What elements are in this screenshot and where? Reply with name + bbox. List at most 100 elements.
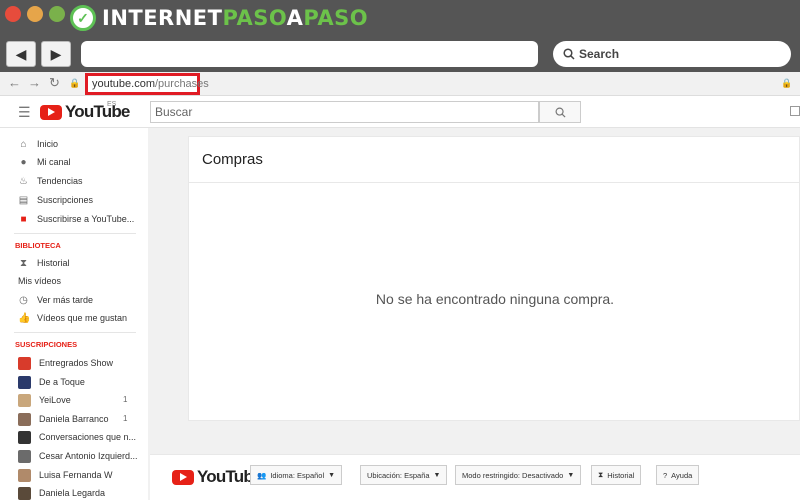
empty-state-message: No se ha encontrado ninguna compra. [375,291,615,307]
reload-icon[interactable]: ↻ [49,75,60,91]
subscription-channel-item[interactable]: De a Toque [18,375,85,389]
minimize-window-button[interactable] [27,6,43,22]
channel-name: Entregrados Show [39,358,114,368]
youtube-search-button[interactable] [539,101,581,123]
youtube-header: ☰ YouTube ES Buscar [0,96,800,128]
search-placeholder: Buscar [155,105,193,119]
hourglass-icon: ⧗ [19,257,28,269]
sidebar-item-suscribirse-youtube[interactable]: ■ Suscribirse a YouTube... [18,212,134,226]
sidebar-item-label: Ver más tarde [37,295,94,305]
help-icon: ? [663,470,668,480]
footer: YouTube 👥 Idioma: Español ▼ Ubicación: Esp… [150,454,800,500]
youtube-play-icon [172,469,194,485]
sidebar-item-mis-videos[interactable]: Mis vídeos [18,274,61,288]
subscription-channel-item[interactable]: Luisa Fernanda W [18,468,113,482]
channel-avatar [18,486,31,500]
subscription-channel-item[interactable]: Cesar Antonio Izquierd... [18,449,138,463]
help-label: Ayuda [671,470,693,480]
toolbar-search-label: Search [579,47,620,61]
sidebar-item-mi-canal[interactable]: ● Mi canal [18,155,71,169]
help-button[interactable]: ? Ayuda [656,465,700,485]
channel-new-count: 1 [123,414,128,423]
card-divider [189,182,800,183]
subscription-channel-item[interactable]: Entregrados Show [18,356,113,370]
search-icon [555,107,566,118]
language-icon: 👥 [257,470,267,480]
sidebar-item-label: Inicio [37,139,59,149]
browser-forward-icon[interactable]: → [28,75,41,90]
channel-name: Conversaciones que n... [39,432,137,442]
sidebar-item-label: Mi canal [37,157,71,167]
site-brand-logo: ✓ INTERNETPASOAPASO [70,4,368,32]
sidebar-item-label: Mis vídeos [18,276,62,286]
channel-avatar [18,430,31,444]
sidebar-divider [14,332,136,333]
channel-name: De a Toque [39,377,85,387]
subscription-channel-item[interactable]: Conversaciones que n... [18,430,136,444]
maximize-window-button[interactable] [49,6,65,22]
history-label: Historial [607,470,635,480]
channel-name: Daniela Barranco [39,414,109,424]
channel-name: Daniela Legarda [39,488,106,498]
channel-avatar [18,375,31,389]
back-button[interactable]: ◀ [6,41,36,67]
history-button[interactable]: ⧗ Historial [591,465,642,485]
url-input[interactable]: youtube.com/purchases [85,73,209,95]
restricted-mode-button[interactable]: Modo restringido: Desactivado ▼ [455,465,582,485]
youtube-page: ☰ YouTube ES Buscar ⌂ Inicio ● Mi canal ♨ T… [0,96,800,500]
window-titlebar: ✓ INTERNETPASOAPASO [0,0,800,34]
clock-icon: ◷ [19,294,28,306]
channel-name: Luisa Fernanda W [39,470,113,480]
sidebar-item-historial[interactable]: ⧗ Historial [18,256,70,270]
subscription-channel-item[interactable]: Daniela Barranco [18,412,109,426]
restricted-mode-label: Modo restringido: Desactivado [462,470,564,480]
language-button[interactable]: 👥 Idioma: Español ▼ [250,465,343,485]
brand-text-part1: INTERNET [102,6,223,30]
browser-back-icon[interactable]: ← [8,75,21,90]
channel-avatar [18,393,31,407]
purchases-card: Compras No se ha encontrado ninguna comp… [188,136,800,421]
sidebar-item-suscripciones[interactable]: ▤ Suscripciones [18,193,93,207]
chevron-down-icon: ▼ [433,471,441,479]
youtube-logo-text: YouTube [65,102,130,121]
channel-avatar [18,412,31,426]
address-field[interactable] [81,41,538,67]
brand-icon: ✓ [70,5,96,31]
sidebar-item-ver-mas-tarde[interactable]: ◷ Ver más tarde [18,293,93,307]
sidebar-item-label: Vídeos que me gustan [37,313,128,323]
subscription-channel-item[interactable]: Daniela Legarda [18,486,105,500]
subscription-channel-item[interactable]: YeiLove [18,393,71,407]
subscriptions-section-title: SUSCRIPCIONES [15,340,78,349]
youtube-red-icon: ■ [20,213,27,225]
sidebar-item-videos-me-gustan[interactable]: 👍 Vídeos que me gustan [18,311,127,325]
sidebar-divider [14,233,136,234]
close-window-button[interactable] [5,6,21,22]
library-section-title: BIBLIOTECA [15,241,61,250]
upload-icon[interactable] [790,106,800,116]
browser-url-bar: ← → ↻ 🔒 youtube.com/purchases 🔒 [0,72,800,96]
sidebar-item-label: Suscribirse a YouTube... [37,214,135,224]
flame-icon: ♨ [19,175,28,187]
sidebar-item-label: Suscripciones [37,195,94,205]
chevron-down-icon: ▼ [328,471,336,479]
channel-new-count: 1 [123,395,128,404]
sidebar-item-label: Tendencias [37,176,83,186]
footer-youtube-logo[interactable]: YouTube [172,467,262,487]
page-title: Compras [202,151,263,168]
channel-name: YeiLove [39,395,71,405]
sidebar-item-inicio[interactable]: ⌂ Inicio [18,137,58,151]
location-button[interactable]: Ubicación: España ▼ [360,465,448,485]
sidebar-item-tendencias[interactable]: ♨ Tendencias [18,174,83,188]
channel-avatar [18,449,31,463]
youtube-play-icon [40,104,62,120]
youtube-search-input[interactable]: Buscar [150,101,539,123]
menu-icon[interactable]: ☰ [18,104,31,121]
secure-lock-icon: 🔒 [781,78,793,88]
channel-name: Cesar Antonio Izquierd... [39,451,138,461]
arrow-right-icon: ▶ [50,45,62,62]
window-toolbar: ◀ ▶ Search [0,34,800,72]
toolbar-search-field[interactable]: Search [553,41,791,67]
sidebar-item-label: Historial [37,258,70,268]
forward-button[interactable]: ▶ [41,41,71,67]
subscriptions-icon: ▤ [18,194,29,206]
